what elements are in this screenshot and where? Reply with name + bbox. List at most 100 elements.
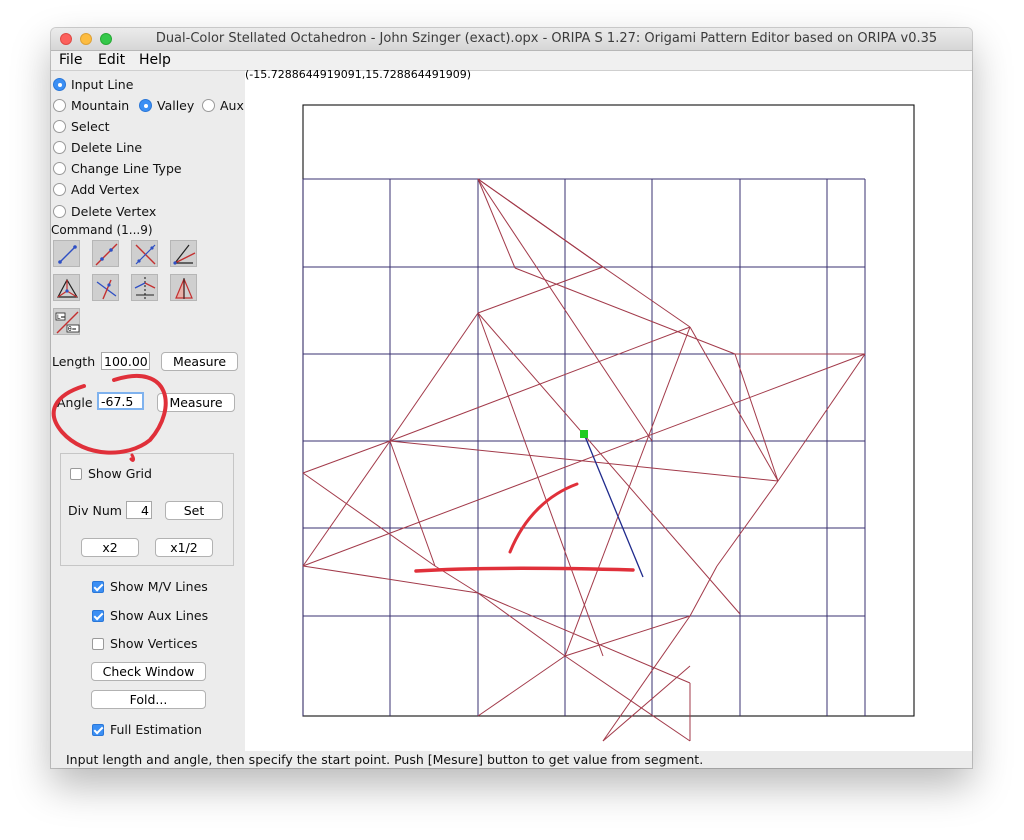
show-aux-lines-checkbox[interactable]: Show Aux Lines <box>92 608 208 624</box>
close-window-button[interactable] <box>60 33 72 45</box>
valley-crease <box>302 440 391 474</box>
radio-icon[interactable] <box>53 183 66 196</box>
svg-text:L=: L= <box>57 314 65 321</box>
show-vertices-label: Show Vertices <box>110 636 198 651</box>
checkbox-checked-icon[interactable] <box>92 581 104 593</box>
line-type-valley[interactable]: Valley <box>139 97 194 115</box>
mode-change-line-type-label: Change Line Type <box>71 161 182 176</box>
app-window: Dual-Color Stellated Octahedron - John S… <box>51 28 972 768</box>
grid-x2-button[interactable]: x2 <box>81 538 139 557</box>
radio-selected-icon[interactable] <box>139 99 152 112</box>
show-grid-label: Show Grid <box>88 466 152 481</box>
show-mv-lines-checkbox[interactable]: Show M/V Lines <box>92 579 208 595</box>
full-estimation-checkbox[interactable]: Full Estimation <box>92 722 202 738</box>
valley-crease <box>602 615 691 742</box>
two-point-line-tool[interactable] <box>53 240 80 267</box>
mirror-line-icon <box>134 277 156 300</box>
status-message: Input length and angle, then specify the… <box>66 752 704 767</box>
show-vertices-checkbox[interactable]: Show Vertices <box>92 636 198 652</box>
length-measure-button[interactable]: Measure <box>161 352 238 371</box>
line-type-aux-label: Aux <box>220 98 244 113</box>
mode-select[interactable]: Select <box>53 118 110 136</box>
current-input-line <box>583 433 644 578</box>
length-angle-line-icon: L=θ= <box>55 311 80 334</box>
radio-icon[interactable] <box>53 120 66 133</box>
valley-crease <box>477 655 566 717</box>
paper-border <box>302 104 915 717</box>
segment-line-tool[interactable] <box>92 240 119 267</box>
angle-input[interactable] <box>97 392 144 410</box>
radio-icon[interactable] <box>53 162 66 175</box>
valley-crease <box>689 326 779 482</box>
valley-crease <box>689 565 718 617</box>
line-type-mountain[interactable]: Mountain <box>53 97 129 115</box>
valley-crease <box>602 665 691 742</box>
valley-crease <box>514 267 736 355</box>
mode-delete-line[interactable]: Delete Line <box>53 139 142 157</box>
mode-delete-vertex[interactable]: Delete Vertex <box>53 203 156 221</box>
mode-delete-line-label: Delete Line <box>71 140 143 155</box>
menu-help[interactable]: Help <box>139 52 171 68</box>
perpendicular-line-tool[interactable] <box>92 274 119 301</box>
angle-label: Angle <box>57 395 93 410</box>
radio-icon[interactable] <box>202 99 215 112</box>
div-num-input[interactable] <box>126 501 152 519</box>
checkbox-checked-icon[interactable] <box>92 610 104 622</box>
two-point-line-icon <box>58 245 77 264</box>
title-bar: Dual-Color Stellated Octahedron - John S… <box>51 28 972 51</box>
radio-selected-icon[interactable] <box>53 78 66 91</box>
mode-select-label: Select <box>71 119 110 134</box>
mode-add-vertex[interactable]: Add Vertex <box>53 181 139 199</box>
zoom-window-button[interactable] <box>100 33 112 45</box>
symmetric-line-tool[interactable] <box>170 274 197 301</box>
fold-button[interactable]: Fold... <box>91 690 206 709</box>
triangle-incenter-tool[interactable] <box>53 274 80 301</box>
valley-crease <box>389 312 479 442</box>
length-angle-line-tool[interactable]: L= θ= <box>53 308 80 335</box>
valley-crease <box>777 353 866 482</box>
grid-half-button[interactable]: x1/2 <box>155 538 213 557</box>
triangle-incenter-icon <box>57 278 79 298</box>
tool-panel: Input Line Mountain Valley Aux Select De… <box>51 71 244 751</box>
mode-input-line[interactable]: Input Line <box>53 76 133 94</box>
length-input[interactable] <box>101 352 150 370</box>
minimize-window-button[interactable] <box>80 33 92 45</box>
status-bar: Input length and angle, then specify the… <box>51 751 972 768</box>
div-num-label: Div Num <box>68 503 122 518</box>
valley-crease <box>564 326 691 657</box>
mode-input-line-label: Input Line <box>71 77 134 92</box>
menu-edit[interactable]: Edit <box>98 52 125 68</box>
crease-pattern-drawing[interactable] <box>245 71 972 751</box>
angle-measure-button[interactable]: Measure <box>157 393 235 412</box>
mode-change-line-type[interactable]: Change Line Type <box>53 160 182 178</box>
checkbox-checked-icon[interactable] <box>92 724 104 736</box>
valley-crease <box>564 615 691 657</box>
valley-crease <box>434 565 479 594</box>
check-window-button[interactable]: Check Window <box>91 662 206 681</box>
valley-crease <box>716 480 779 567</box>
radio-icon[interactable] <box>53 99 66 112</box>
line-type-aux[interactable]: Aux <box>202 97 244 115</box>
perpendicular-bisector-tool[interactable] <box>131 240 158 267</box>
valley-crease <box>389 440 436 567</box>
radio-icon[interactable] <box>53 141 66 154</box>
command-label: Command (1...9) <box>51 223 153 237</box>
angle-bisector-tool[interactable] <box>170 240 197 267</box>
window-title: Dual-Color Stellated Octahedron - John S… <box>155 31 938 46</box>
full-estimation-label: Full Estimation <box>110 722 202 737</box>
radio-icon[interactable] <box>53 205 66 218</box>
line-type-valley-label: Valley <box>157 98 195 113</box>
show-grid-checkbox[interactable]: Show Grid <box>70 466 152 482</box>
menu-file[interactable]: File <box>59 52 82 68</box>
valley-crease <box>564 655 691 742</box>
menu-bar: File Edit Help <box>51 51 972 71</box>
checkbox-icon[interactable] <box>70 468 82 480</box>
crease-pattern-canvas[interactable]: (-15.7288644919091,15.728864491909) <box>245 68 972 751</box>
selected-start-point <box>580 430 588 438</box>
mirror-line-tool[interactable] <box>131 274 158 301</box>
valley-crease <box>302 353 866 567</box>
show-aux-lines-label: Show Aux Lines <box>110 608 209 623</box>
grid-set-button[interactable]: Set <box>165 501 223 520</box>
mode-delete-vertex-label: Delete Vertex <box>71 204 157 219</box>
checkbox-icon[interactable] <box>92 638 104 650</box>
